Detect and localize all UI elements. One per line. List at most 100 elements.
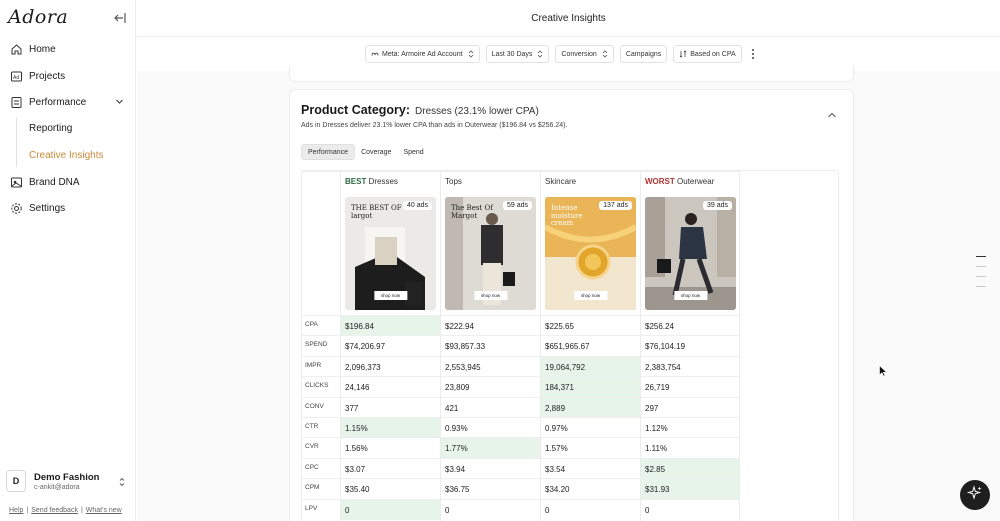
metric-value-cell: $93,857.33 xyxy=(445,341,486,351)
send-feedback-link[interactable]: Send feedback xyxy=(31,507,78,514)
sort-icon xyxy=(679,50,687,58)
scroll-tick[interactable] xyxy=(976,276,986,277)
account-filter-label: Meta: Armoire Ad Account xyxy=(382,50,463,58)
metric-value-cell: 421 xyxy=(445,403,459,413)
objective-label: Conversion xyxy=(561,50,597,58)
brand-dna-icon xyxy=(10,176,23,189)
sidebar-item-home[interactable]: Home xyxy=(0,38,136,60)
collapse-sidebar-icon[interactable] xyxy=(112,11,128,25)
whats-new-link[interactable]: What's new xyxy=(86,507,122,514)
scroll-tick[interactable] xyxy=(976,266,986,267)
metric-value-cell: 1.12% xyxy=(645,423,668,433)
creative-thumbnail-tops[interactable]: The Best Of Margot 59 ads shop now xyxy=(445,197,536,310)
top-bar: Creative Insights xyxy=(137,0,1000,37)
metric-value-cell: 2,889 xyxy=(541,398,640,418)
thumbnail-caption: Intense moisture cream xyxy=(551,204,583,228)
metric-value-cell: $3.07 xyxy=(345,464,366,474)
tab-coverage[interactable]: Coverage xyxy=(355,144,397,160)
app-root: Adora Home Ad Projects Performance Repor… xyxy=(0,0,1000,521)
sidebar: Adora Home Ad Projects Performance Repor… xyxy=(0,0,136,521)
metric-label: CPC xyxy=(305,464,319,471)
thumbnail-caption: The Best Of Margot xyxy=(451,204,493,220)
card-title-value: Dresses (23.1% lower CPA) xyxy=(415,106,539,117)
metric-label: CLICKS xyxy=(305,382,329,389)
sidebar-item-performance[interactable]: Performance xyxy=(0,91,136,113)
sidebar-subitem-reporting[interactable]: Reporting xyxy=(29,123,72,134)
ads-count-badge: 39 ads xyxy=(702,201,732,210)
account-filter[interactable]: Meta: Armoire Ad Account xyxy=(365,45,480,63)
metric-value-cell: $256.24 xyxy=(645,321,674,331)
tab-performance[interactable]: Performance xyxy=(301,144,356,160)
adora-logo[interactable]: Adora xyxy=(8,6,68,28)
section-scroll-indicator[interactable] xyxy=(976,256,986,296)
scroll-tick[interactable] xyxy=(976,256,986,257)
metric-value-cell: 2,383,754 xyxy=(645,362,681,372)
chevron-updown-icon xyxy=(118,475,126,487)
metric-label: CPM xyxy=(305,484,320,491)
metric-label: SPEND xyxy=(305,341,328,348)
metric-value-cell: $2.85 xyxy=(641,459,740,479)
thumbnail-caption: THE BEST OF largot xyxy=(351,204,402,220)
metric-value-cell: $222.94 xyxy=(445,321,474,331)
account-name: Demo Fashion xyxy=(34,471,100,483)
date-range-filter[interactable]: Last 30 Days xyxy=(485,45,550,63)
metric-value-cell: $3.94 xyxy=(445,464,466,474)
sort-label: Based on CPA xyxy=(690,50,736,58)
projects-icon: Ad xyxy=(10,70,23,83)
campaigns-filter[interactable]: Campaigns xyxy=(619,45,668,63)
table-header-divider xyxy=(301,171,739,191)
metric-value-cell: 0 xyxy=(645,505,650,515)
ads-count-badge: 137 ads xyxy=(599,201,632,210)
mouse-cursor-icon xyxy=(879,364,888,377)
ai-assistant-button[interactable] xyxy=(960,480,990,510)
sidebar-item-brand-dna[interactable]: Brand DNA xyxy=(0,171,136,193)
account-switcher[interactable]: D Demo Fashion c-ankit@adora xyxy=(6,468,130,494)
more-options-icon[interactable] xyxy=(748,45,758,63)
sidebar-item-projects[interactable]: Ad Projects xyxy=(0,65,136,87)
card-subtitle: Ads in Dresses deliver 23.1% lower CPA t… xyxy=(301,122,568,129)
svg-text:Ad: Ad xyxy=(13,75,19,81)
metric-value-cell: $35.40 xyxy=(345,484,370,494)
metric-value-cell: 184,371 xyxy=(541,377,640,397)
metric-value-cell: $34.20 xyxy=(545,484,570,494)
scroll-tick[interactable] xyxy=(976,286,986,287)
metric-value-cell: 19,064,792 xyxy=(541,357,640,377)
metric-value-cell: $74,206.97 xyxy=(345,341,386,351)
metric-value-cell: 23,809 xyxy=(445,382,470,392)
metric-value-cell: $651,965.67 xyxy=(545,341,590,351)
submenu-divider xyxy=(16,117,17,167)
sidebar-item-label: Performance xyxy=(29,96,87,108)
metric-value-cell: 1.15% xyxy=(341,418,440,438)
chevron-down-icon[interactable] xyxy=(115,97,124,106)
sidebar-item-label: Brand DNA xyxy=(29,176,80,188)
sidebar-item-label: Projects xyxy=(29,70,66,82)
previous-card-edge xyxy=(289,66,854,82)
metric-value-cell: 2,096,373 xyxy=(345,362,381,372)
sidebar-item-label: Settings xyxy=(29,202,66,214)
metric-value-cell: 24,146 xyxy=(345,382,370,392)
metric-value-cell: 26,719 xyxy=(645,382,670,392)
help-link[interactable]: Help xyxy=(9,507,23,514)
shop-now-button: shop now xyxy=(573,291,608,300)
sidebar-subitem-creative-insights[interactable]: Creative Insights xyxy=(29,150,103,161)
objective-filter[interactable]: Conversion xyxy=(555,45,614,63)
meta-icon xyxy=(371,50,379,58)
metric-value-cell: $196.84 xyxy=(341,316,440,336)
metric-value-cell: 0 xyxy=(545,505,550,515)
creative-thumbnail-outerwear[interactable]: 39 ads shop now xyxy=(645,197,736,310)
creative-thumbnail-dresses[interactable]: THE BEST OF largot 40 ads shop now xyxy=(345,197,436,310)
creative-thumbnail-skincare[interactable]: Intense moisture cream 137 ads shop now xyxy=(545,197,636,310)
tab-spend[interactable]: Spend xyxy=(397,144,429,160)
sort-filter[interactable]: Based on CPA xyxy=(673,45,742,63)
sidebar-item-settings[interactable]: Settings xyxy=(0,197,136,219)
filter-bar: Meta: Armoire Ad Account Last 30 Days Co… xyxy=(365,45,758,63)
page-title: Creative Insights xyxy=(531,13,606,24)
metric-label: LPV xyxy=(305,505,318,512)
sidebar-item-label: Home xyxy=(29,43,56,55)
chevron-up-icon[interactable] xyxy=(827,106,837,118)
performance-icon xyxy=(10,96,23,109)
metric-value-cell: $76,104.19 xyxy=(645,341,686,351)
date-range-label: Last 30 Days xyxy=(491,50,533,58)
metric-value-cell: 0.93% xyxy=(445,423,468,433)
metric-value-cell: $225.65 xyxy=(545,321,574,331)
